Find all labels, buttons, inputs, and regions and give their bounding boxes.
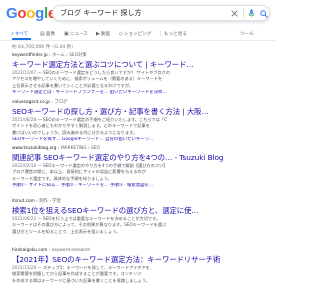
result-url[interactable]: itsnut.com › 制作 › 学習	[12, 199, 267, 205]
tab-images[interactable]: ▤ 画像	[40, 28, 55, 40]
result-title[interactable]: 関連記事 SEOキーワード選定のやり方を4つの… - Tsuzuki Blog	[12, 153, 267, 162]
tab-label: ショッピング	[123, 32, 152, 37]
result-title[interactable]: キーワード選定方法と選ぶコツについて | キーワード…	[12, 60, 267, 69]
result-site: itsnut.com	[12, 199, 35, 204]
snippet-line: — SEOを行う上では重要なキーワードを決めることが大切です。	[36, 216, 161, 221]
result-date: 2022/02/16	[12, 163, 37, 168]
snippet-line: ブログ運営の際に、本以上、直接的にサイトの収益に影響を与えるのが	[12, 169, 146, 175]
logo-letter: o	[17, 4, 27, 22]
logo-letter: o	[26, 4, 36, 22]
result-sitelinks[interactable]: 手順① · サイトに知る… 手順② · キーワードを… 手順③ · 検索意図を…	[12, 183, 267, 189]
result-site: hirokaigoku.com	[12, 248, 48, 253]
result-date: 2021/11/28	[12, 265, 37, 270]
more-vert-icon: ⋮	[158, 30, 163, 37]
search-result: www.tsuzukiblog.org › MARKETING › SEO 関連…	[12, 146, 267, 190]
search-input[interactable]: ブログ キーワード 探し方	[60, 8, 141, 18]
result-stats: 約 64,700,000 件（0.44 秒）	[12, 45, 76, 50]
search-result: itsnut.com › 制作 › 学習 検索1位を狙えるSEOキーワードの選び…	[12, 199, 267, 235]
tab-label: ツール	[240, 32, 254, 37]
snippet-line: — SEOのキーワード選定をどうしたら良いですか？ サイトやブログの	[36, 70, 171, 75]
snippet-line: 選び方とツールを知ることで、上位表示を狙いましょう。	[12, 228, 121, 234]
search-icon[interactable]	[258, 8, 269, 19]
result-path: › 制作 › 学習	[34, 199, 61, 204]
search-result: valuesagent.co.jp › ブログ SEOキーワードの探し方・選び方…	[12, 100, 267, 144]
tab-news[interactable]: ▣ ニュース	[64, 28, 88, 40]
google-logo[interactable]: Google	[6, 6, 56, 21]
result-date: 2021/11/07	[12, 70, 37, 75]
tab-label: 動画	[100, 32, 111, 37]
search-divider	[243, 8, 244, 19]
image-icon: ▤	[40, 30, 45, 37]
search-result: hirokaigoku.com › keyword-research 【2021…	[12, 248, 267, 284]
snippet-line: キーワード選定です。具体的な手順を知りましょう。	[12, 175, 112, 181]
tab-label: もっと見る	[164, 32, 187, 37]
snippet-line: — SEOのキーワード選定の手順をご紹介いたします。こちらでは「C	[36, 117, 168, 122]
tab-label: 画像	[45, 32, 55, 37]
result-title[interactable]: 【2021年】SEOのキーワード選定方法：キーワードリサーチ術	[12, 255, 267, 264]
result-title[interactable]: SEOキーワードの探し方・選び方・記事を書く方法 | 大阪…	[12, 107, 267, 116]
tab-shopping[interactable]: ◇ ショッピング	[119, 28, 151, 40]
result-site: valuesagent.co.jp	[12, 100, 50, 105]
search-tabs: ⌕ すべて ▤ 画像 ▣ ニュース ▶ 動画 ◇ ショッピング ⋮ もっと見る …	[0, 27, 276, 41]
snippet-line: 検索需要を把握してから記事を作成することが重要です。コンテンツ	[12, 271, 142, 277]
search-result: keywordfinder.jp › ホーム › SEO対策 キーワード選定方法…	[12, 53, 267, 97]
result-url[interactable]: keywordfinder.jp › ホーム › SEO対策	[12, 53, 267, 59]
result-snippet: 2021/06/22 — SEOを行う上では重要なキーワードを決めることが大切で…	[12, 216, 267, 235]
result-sitelinks[interactable]: キーワード選定とは · キーワードプランナーを… 狙いたいキーワードを決め…	[12, 90, 267, 96]
snippet-line: を作成する際はキーワードに基づいた記事を書くことを意識しましょう。	[12, 277, 150, 283]
result-url[interactable]: valuesagent.co.jp › ブログ	[12, 100, 267, 106]
search-box[interactable]: ブログ キーワード 探し方	[52, 5, 270, 21]
tab-tools[interactable]: ツール	[240, 28, 254, 40]
result-title[interactable]: 検索1位を狙えるSEOキーワードの選び方と、選定に使…	[12, 206, 267, 215]
result-url[interactable]: www.tsuzukiblog.org › MARKETING › SEO	[12, 146, 267, 152]
result-site: www.tsuzukiblog.org	[12, 146, 57, 151]
result-date: 2021/06/28	[12, 117, 37, 122]
search-icon: ⌕	[11, 30, 14, 37]
snippet-line: 上位表示させる記事を書いていくことが必要となるわけですが。	[12, 82, 134, 88]
close-icon[interactable]	[229, 8, 240, 19]
snippet-line: キーワードはその選び方によって、その効果が異なります。SEOキーワードを選ぶ	[12, 222, 167, 228]
logo-letter: G	[6, 4, 18, 22]
active-tab-indicator	[12, 38, 31, 40]
result-path: › keyword-research	[47, 248, 91, 253]
result-url[interactable]: hirokaigoku.com › keyword-research	[12, 248, 267, 254]
news-icon: ▣	[64, 30, 69, 37]
result-path: › ブログ	[49, 100, 68, 105]
tab-videos[interactable]: ▶ 動画	[96, 28, 110, 40]
result-path: › ホーム › SEO対策	[47, 53, 87, 58]
result-snippet: 2021/11/07 — SEOのキーワード選定をどうしたら良いですか？ サイト…	[12, 70, 267, 89]
logo-letter: g	[35, 4, 44, 22]
snippet-line: 書けばいいのでしょうか。読み進める内に分かるようになります。	[12, 129, 138, 135]
snippet-line: アクセスを増やしていくために、検索ボリュームを（需要のある）キーワードを	[12, 76, 163, 82]
snippet-line: ポイントを初心者にもわかりやすく解説します。どのキーワードで記事を	[12, 123, 150, 129]
result-snippet: 2022/02/16 — SEOキーワード選定のやり方を4つの手順で解説【選び方…	[12, 163, 267, 182]
tab-label: すべて	[14, 32, 29, 37]
result-sitelinks[interactable]: SEOキーワードを探す… Googleキーワード… 自分の狙いたいキーワ…	[12, 137, 267, 143]
tag-icon: ◇	[119, 30, 123, 37]
snippet-line: — SEOキーワード選定のやり方を4つの手順で解説【選び方のコツ】	[36, 163, 168, 168]
result-site: keywordfinder.jp	[12, 53, 48, 58]
mic-icon[interactable]	[246, 8, 257, 19]
result-snippet: 2021/11/28 — ステップ1：キーワードを探して、キーワードアイデアを、…	[12, 265, 267, 284]
snippet-line: — ステップ1：キーワードを探して、キーワードアイデアを、	[36, 265, 154, 270]
video-icon: ▶	[96, 30, 100, 37]
tab-label: ニュース	[69, 32, 88, 37]
tab-more[interactable]: ⋮ もっと見る	[158, 28, 187, 40]
result-snippet: 2021/06/28 — SEOのキーワード選定の手順をご紹介いたします。こちら…	[12, 117, 267, 136]
result-path: › MARKETING › SEO	[56, 146, 100, 151]
result-date: 2021/06/22	[12, 216, 37, 221]
